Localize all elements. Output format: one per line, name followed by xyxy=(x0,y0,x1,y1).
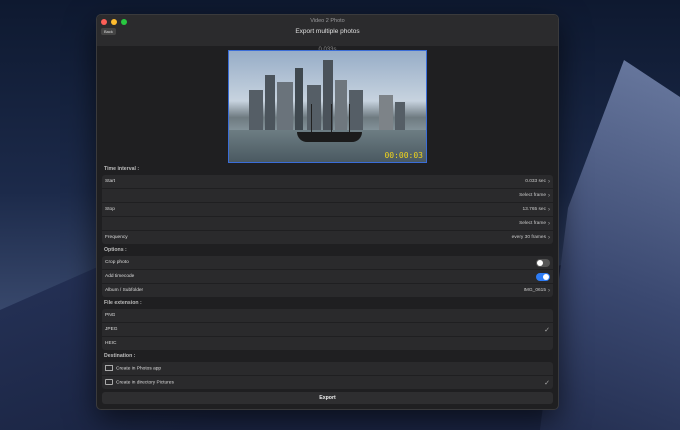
video-preview[interactable]: 00:00:03 xyxy=(228,50,427,163)
page-title: Export multiple photos xyxy=(295,28,360,35)
toolbar xyxy=(97,38,558,46)
chevron-right-icon: › xyxy=(548,234,550,241)
desktop-dune xyxy=(540,60,680,430)
album-label: Album / Subfolder xyxy=(105,288,144,293)
extension-heic[interactable]: HEIC xyxy=(102,337,553,350)
window-title: Video 2 Photo xyxy=(310,18,345,24)
timecode-toggle[interactable] xyxy=(536,272,550,281)
timecode-overlay: 00:00:03 xyxy=(384,151,423,160)
building xyxy=(395,102,405,130)
time-interval-group: Start 0.033 sec › Select frame › Stop 13.7… xyxy=(102,175,553,244)
extension-label: HEIC xyxy=(105,341,117,346)
title-bar: Video 2 Photo Back Export multiple photo… xyxy=(97,15,558,38)
destination-group: Create in Photos app Create in directory… xyxy=(102,362,553,389)
chevron-right-icon: › xyxy=(548,192,550,199)
time-interval-heading: Time interval : xyxy=(104,166,140,172)
app-window: Video 2 Photo Back Export multiple photo… xyxy=(96,14,559,410)
mast xyxy=(349,104,350,132)
settings-panel: Time interval : Start 0.033 sec › Select … xyxy=(102,164,553,392)
options-heading: Options : xyxy=(104,247,127,253)
timecode-row: Add timecode xyxy=(102,270,553,284)
frequency-value: every 30 frames xyxy=(511,235,546,240)
destination-photos[interactable]: Create in Photos app xyxy=(102,362,553,376)
start-label: Start xyxy=(105,179,116,184)
chevron-right-icon: › xyxy=(548,206,550,213)
album-row[interactable]: Album / Subfolder IMG_0615 › xyxy=(102,284,553,297)
checkmark-icon: ✓ xyxy=(544,379,550,387)
building xyxy=(335,80,347,130)
select-frame-start[interactable]: Select frame › xyxy=(102,189,553,203)
crop-toggle[interactable] xyxy=(536,258,550,267)
crop-label: Crop photo xyxy=(105,260,129,265)
frequency-label: Frequency xyxy=(105,235,128,240)
file-extension-group: PNG JPEG ✓ HEIC xyxy=(102,309,553,350)
select-frame-label: Select frame xyxy=(519,221,546,226)
start-value: 0.033 sec xyxy=(525,179,546,184)
chevron-right-icon: › xyxy=(548,287,550,294)
building xyxy=(295,68,303,130)
album-value: IMG_0615 xyxy=(523,288,546,293)
stop-row[interactable]: Stop 13.765 sec › xyxy=(102,203,553,217)
chevron-right-icon: › xyxy=(548,220,550,227)
destination-directory[interactable]: Create in directory Pictures ✓ xyxy=(102,376,553,389)
crop-row: Crop photo xyxy=(102,256,553,270)
select-frame-label: Select frame xyxy=(519,193,546,198)
extension-png[interactable]: PNG xyxy=(102,309,553,323)
extension-label: PNG xyxy=(105,313,116,318)
mast xyxy=(311,104,312,132)
checkmark-icon: ✓ xyxy=(544,326,550,334)
chevron-right-icon: › xyxy=(548,178,550,185)
stop-value: 13.765 sec xyxy=(522,207,546,212)
extension-jpeg[interactable]: JPEG ✓ xyxy=(102,323,553,337)
mast xyxy=(331,104,332,132)
ship xyxy=(297,132,362,142)
start-row[interactable]: Start 0.033 sec › xyxy=(102,175,553,189)
destination-heading: Destination : xyxy=(104,353,136,359)
frequency-row[interactable]: Frequency every 30 frames › xyxy=(102,231,553,244)
destination-directory-label: Create in directory Pictures xyxy=(116,380,174,386)
stop-label: Stop xyxy=(105,207,115,212)
building xyxy=(277,82,293,130)
building xyxy=(307,85,321,130)
extension-label: JPEG xyxy=(105,327,118,332)
export-button[interactable]: Export xyxy=(102,392,553,404)
building xyxy=(349,90,363,130)
building xyxy=(249,90,263,130)
photos-icon xyxy=(105,365,113,372)
select-frame-stop[interactable]: Select frame › xyxy=(102,217,553,231)
folder-icon xyxy=(105,379,113,386)
building xyxy=(265,75,275,130)
options-group: Crop photo Add timecode Album / Subfolde… xyxy=(102,256,553,297)
building xyxy=(379,95,393,130)
timecode-label: Add timecode xyxy=(105,274,135,279)
destination-photos-label: Create in Photos app xyxy=(116,366,162,372)
file-extension-heading: File extension : xyxy=(104,300,142,306)
